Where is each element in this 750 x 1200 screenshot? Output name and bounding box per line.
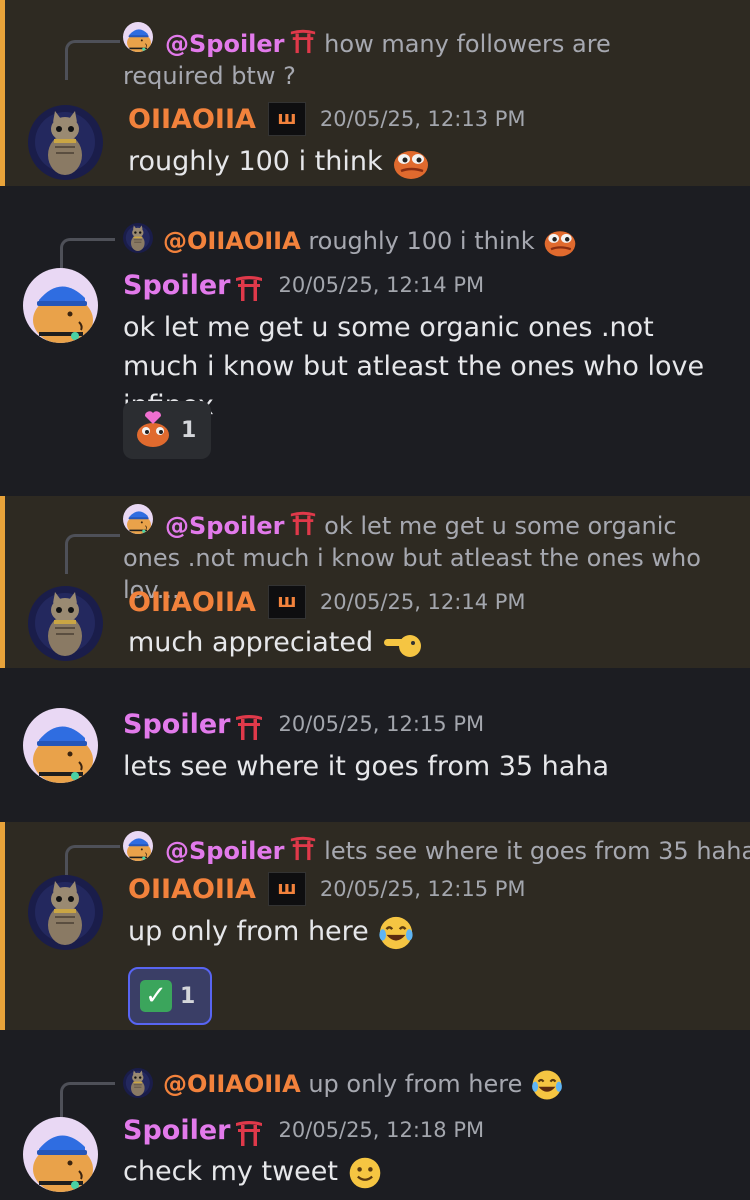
reply-connector (60, 1082, 115, 1122)
laughing-tears-icon (530, 1068, 564, 1102)
torii-icon (234, 1117, 264, 1147)
reply-text-block: @OIIAOIIA up only from here (163, 1068, 564, 1102)
message-header: Spoiler 20/05/25, 12:15 PM (123, 706, 484, 742)
message-4[interactable]: Spoiler 20/05/25, 12:15 PM lets see wher… (0, 668, 750, 822)
avatar[interactable] (28, 105, 103, 180)
message-text-content: much appreciated (128, 627, 374, 658)
timestamp: 20/05/25, 12:15 PM (278, 712, 485, 736)
pointing-left-icon (382, 624, 422, 664)
reply-connector (65, 534, 120, 574)
message-text: lets see where it goes from 35 haha (123, 751, 609, 782)
laughing-tears-icon (377, 914, 415, 952)
message-text: much appreciated (128, 623, 728, 664)
torii-icon (289, 833, 317, 861)
message-1[interactable]: @Spoiler how many followers are required… (0, 0, 750, 186)
message-6[interactable]: @OIIAOIIA up only from here Spoiler 20/0… (0, 1030, 750, 1200)
message-header: Spoiler 20/05/25, 12:14 PM (123, 267, 484, 303)
torii-icon (234, 711, 264, 741)
username[interactable]: Spoiler (123, 709, 230, 740)
message-2[interactable]: @OIIAOIIA roughly 100 i think Spoiler 20… (0, 186, 750, 496)
message-text-content: up only from here (128, 916, 369, 947)
message-text: roughly 100 i think (128, 142, 728, 183)
timestamp: 20/05/25, 12:15 PM (319, 877, 526, 901)
reply-text-block: @Spoiler how many followers are required… (123, 24, 713, 92)
reply-text: lets see where it goes from 35 haha (324, 837, 750, 865)
username[interactable]: Spoiler (123, 1115, 230, 1146)
avatar[interactable] (28, 586, 103, 661)
message-header: OIIAOIIA ш 20/05/25, 12:15 PM (128, 871, 526, 907)
guild-tag-badge[interactable]: ш (267, 872, 306, 906)
message-header: OIIAOIIA ш 20/05/25, 12:13 PM (128, 101, 526, 137)
message-header: Spoiler 20/05/25, 12:18 PM (123, 1112, 484, 1148)
avatar[interactable] (23, 268, 98, 343)
check-mark-icon: ✓ (140, 980, 172, 1012)
message-5[interactable]: @Spoiler lets see where it goes from 35 … (0, 822, 750, 1030)
reply-mention[interactable]: @OIIAOIIA (163, 227, 301, 255)
message-text: check my tweet (123, 1152, 723, 1191)
timestamp: 20/05/25, 12:13 PM (319, 107, 526, 131)
reply-avatar (123, 1068, 153, 1098)
username[interactable]: OIIAOIIA (128, 104, 256, 135)
reply-connector (65, 40, 120, 80)
reply-mention[interactable]: @Spoiler (165, 837, 285, 865)
timestamp: 20/05/25, 12:14 PM (278, 273, 485, 297)
message-3[interactable]: @Spoiler ok let me get u some organic on… (0, 496, 750, 668)
reply-mention[interactable]: @OIIAOIIA (163, 1070, 301, 1098)
pepe-emoji-icon (542, 224, 578, 260)
username[interactable]: OIIAOIIA (128, 587, 256, 618)
timestamp: 20/05/25, 12:14 PM (319, 590, 526, 614)
pepe-heart-icon (133, 410, 173, 450)
guild-tag-badge[interactable]: ш (267, 585, 306, 619)
reaction-count: 1 (181, 417, 197, 443)
reply-preview[interactable]: @OIIAOIIA roughly 100 i think (0, 186, 750, 278)
reply-text: roughly 100 i think (308, 227, 535, 255)
message-text-content: roughly 100 i think (128, 146, 383, 177)
reply-avatar (123, 223, 153, 253)
reply-text: up only from here (308, 1070, 523, 1098)
reply-preview[interactable]: @Spoiler ok let me get u some organic on… (5, 496, 750, 604)
message-header: OIIAOIIA ш 20/05/25, 12:14 PM (128, 584, 526, 620)
reply-mention[interactable]: @Spoiler (165, 512, 285, 540)
reply-preview[interactable]: @OIIAOIIA up only from here (0, 1030, 750, 1122)
avatar[interactable] (23, 708, 98, 783)
reaction-button[interactable]: ✓ 1 (128, 967, 212, 1025)
reply-text-block: @OIIAOIIA roughly 100 i think (163, 224, 578, 260)
message-text: up only from here (128, 912, 728, 952)
reply-mention[interactable]: @Spoiler (165, 30, 285, 58)
message-text: ok let me get u some organic ones .not m… (123, 312, 705, 421)
username[interactable]: OIIAOIIA (128, 874, 256, 905)
reaction-count: 1 (180, 983, 196, 1009)
torii-icon (289, 508, 317, 536)
reply-avatar (123, 831, 153, 861)
timestamp: 20/05/25, 12:18 PM (278, 1118, 485, 1142)
torii-icon (234, 272, 264, 302)
guild-tag-badge[interactable]: ш (267, 102, 306, 136)
avatar[interactable] (28, 875, 103, 950)
reply-preview[interactable]: @Spoiler how many followers are required… (5, 0, 750, 90)
smiling-face-icon (347, 1155, 383, 1191)
reply-text-block: @Spoiler lets see where it goes from 35 … (165, 831, 750, 867)
username[interactable]: Spoiler (123, 270, 230, 301)
pepe-emoji-icon (391, 143, 431, 183)
reaction-button[interactable]: 1 (123, 401, 211, 459)
message-text-content: check my tweet (123, 1156, 338, 1187)
avatar[interactable] (23, 1117, 98, 1192)
torii-icon (289, 26, 317, 54)
